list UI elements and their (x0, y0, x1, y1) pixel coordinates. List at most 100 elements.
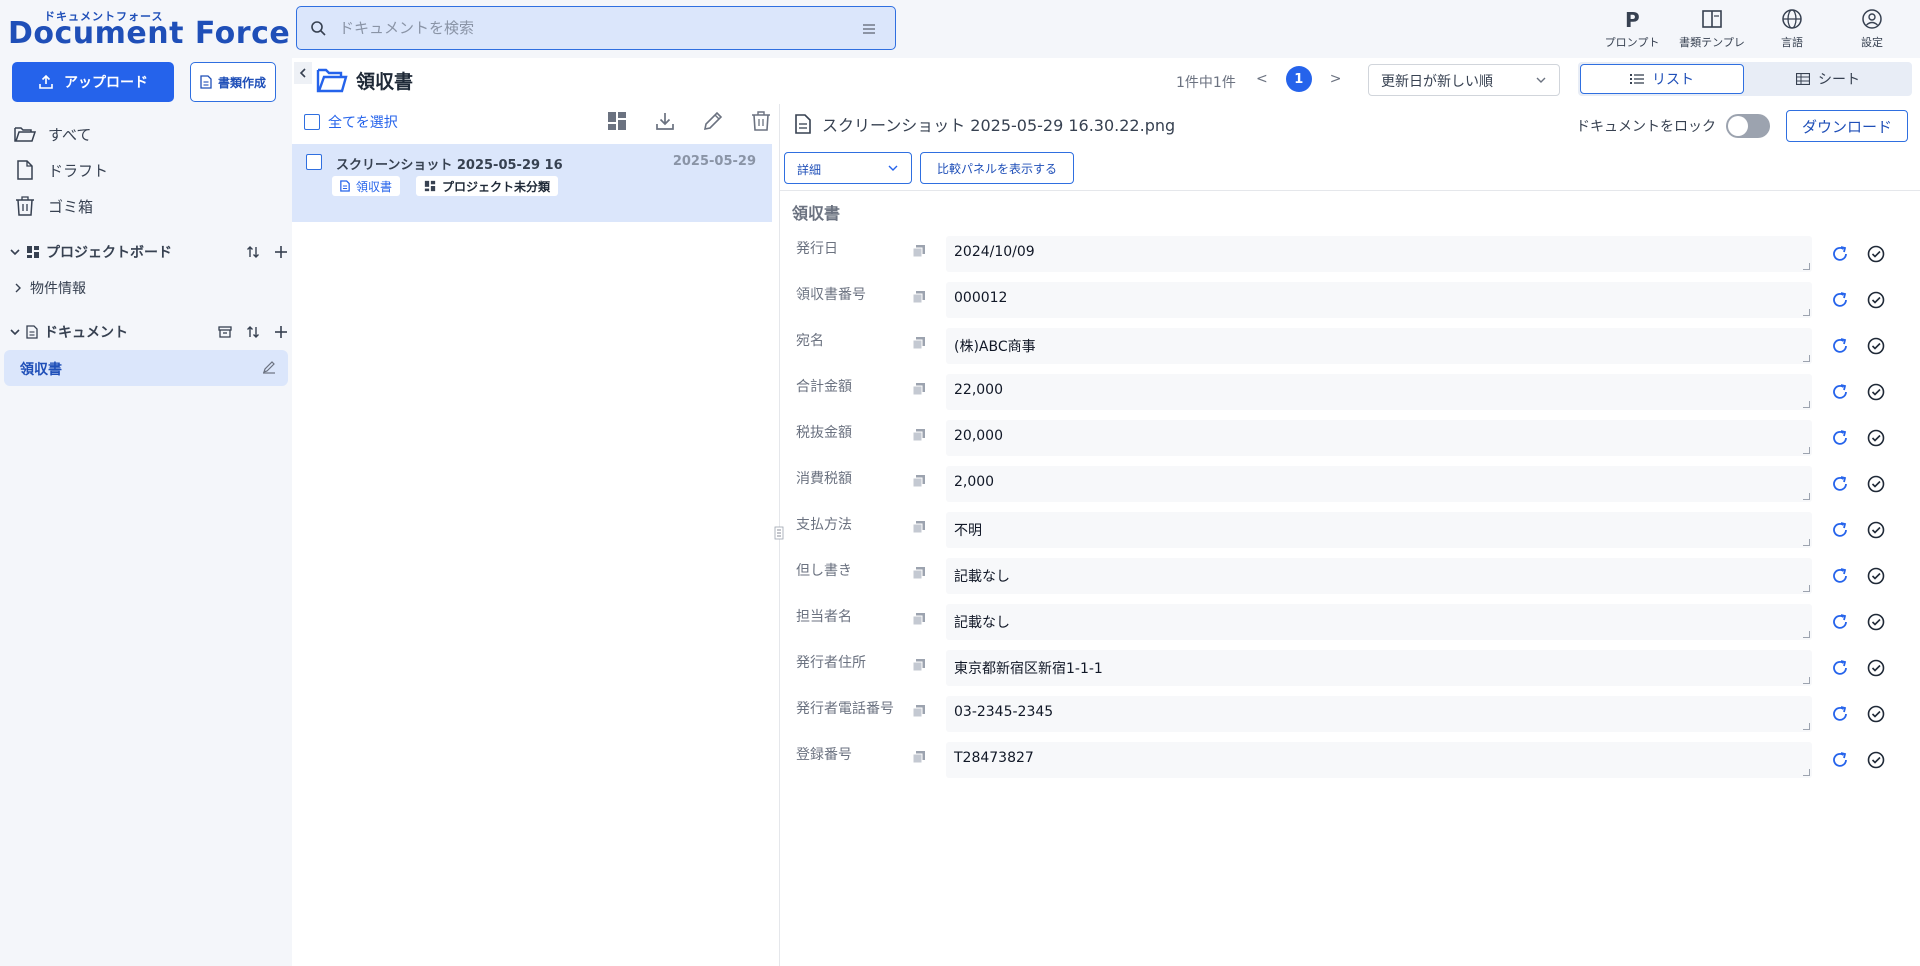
project-board-label: プロジェクトボード (46, 245, 172, 261)
select-all-checkbox[interactable] (304, 114, 320, 130)
field-value-input[interactable]: 2024/10/09 (946, 236, 1812, 272)
list-actions (606, 110, 772, 132)
check-circle-icon[interactable] (1866, 244, 1886, 268)
logo-wordmark: Document Force (8, 16, 291, 51)
filter-lines-icon[interactable] (861, 21, 877, 37)
check-circle-icon[interactable] (1866, 750, 1886, 774)
project-item-property[interactable]: 物件情報 (14, 278, 86, 298)
next-page-button[interactable]: > (1330, 71, 1342, 87)
refresh-icon[interactable] (1830, 704, 1850, 728)
copy-icon[interactable] (912, 658, 926, 676)
list-view-button[interactable]: リスト (1580, 64, 1744, 94)
refresh-icon[interactable] (1830, 750, 1850, 774)
chevron-down-icon[interactable] (8, 325, 22, 339)
copy-icon[interactable] (912, 520, 926, 538)
refresh-icon[interactable] (1830, 382, 1850, 406)
project-tag[interactable]: プロジェクト未分類 (416, 176, 559, 196)
trash-icon[interactable] (750, 110, 772, 132)
nav-language[interactable]: 言語 (1754, 6, 1830, 54)
refresh-icon[interactable] (1830, 336, 1850, 360)
document-type-tag[interactable]: 領収書 (332, 176, 401, 196)
sort-icon[interactable] (246, 245, 260, 259)
copy-icon[interactable] (912, 382, 926, 400)
sidebar-item-receipt[interactable]: 領収書 (4, 350, 288, 386)
sheet-view-button[interactable]: シート (1746, 64, 1910, 94)
refresh-icon[interactable] (1830, 520, 1850, 544)
field-value-input[interactable]: 22,000 (946, 374, 1812, 410)
chevron-down-icon[interactable] (8, 245, 22, 259)
field-value-input[interactable]: (株)ABC商事 (946, 328, 1812, 364)
check-circle-icon[interactable] (1866, 704, 1886, 728)
field-label: 但し書き (796, 563, 852, 579)
app-logo[interactable]: ドキュメントフォース Document Force (8, 8, 290, 51)
check-circle-icon[interactable] (1866, 428, 1886, 452)
add-icon[interactable] (274, 245, 288, 259)
page-1-button[interactable]: 1 (1285, 66, 1312, 92)
folder-open-icon (316, 68, 348, 93)
sort-icon[interactable] (246, 325, 260, 339)
copy-icon[interactable] (912, 428, 926, 446)
field-value-input[interactable]: 不明 (946, 512, 1812, 548)
refresh-icon[interactable] (1830, 566, 1850, 590)
check-circle-icon[interactable] (1866, 336, 1886, 360)
check-circle-icon[interactable] (1866, 566, 1886, 590)
select-all[interactable]: 全てを選択 (304, 112, 398, 132)
nav-prompt[interactable]: P プロンプト (1594, 6, 1670, 54)
check-circle-icon[interactable] (1866, 382, 1886, 406)
check-circle-icon[interactable] (1866, 612, 1886, 636)
field-value-input[interactable]: 03-2345-2345 (946, 696, 1812, 732)
sidebar-item-trash[interactable]: ゴミ箱 (14, 192, 93, 220)
field-value-input[interactable]: 東京都新宿区新宿1-1-1 (946, 650, 1812, 686)
copy-icon[interactable] (912, 474, 926, 492)
field-value-input[interactable]: T28473827 (946, 742, 1812, 778)
nav-settings[interactable]: 設定 (1834, 6, 1910, 54)
edit-icon[interactable] (262, 360, 276, 374)
row-checkbox[interactable] (306, 154, 322, 170)
archive-icon[interactable] (218, 325, 232, 339)
copy-icon[interactable] (912, 336, 926, 354)
field-value-input[interactable]: 記載なし (946, 604, 1812, 640)
prev-page-button[interactable]: < (1256, 71, 1268, 87)
refresh-icon[interactable] (1830, 474, 1850, 498)
copy-icon[interactable] (912, 750, 926, 768)
field-value-input[interactable]: 000012 (946, 282, 1812, 318)
copy-icon[interactable] (912, 704, 926, 722)
copy-icon[interactable] (912, 290, 926, 308)
search-box[interactable] (296, 6, 896, 50)
refresh-icon[interactable] (1830, 612, 1850, 636)
refresh-icon[interactable] (1830, 428, 1850, 452)
refresh-icon[interactable] (1830, 290, 1850, 314)
lock-toggle[interactable] (1726, 114, 1770, 138)
check-circle-icon[interactable] (1866, 474, 1886, 498)
field-value-input[interactable]: 20,000 (946, 420, 1812, 456)
edit-icon[interactable] (702, 110, 724, 132)
sort-select[interactable]: 更新日が新しい順 (1368, 64, 1560, 96)
copy-icon[interactable] (912, 612, 926, 630)
download-icon[interactable] (654, 110, 676, 132)
field-value-input[interactable]: 2,000 (946, 466, 1812, 502)
show-compare-panel-button[interactable]: 比較パネルを表示する (920, 152, 1074, 184)
search-input[interactable] (339, 15, 839, 41)
nav-template[interactable]: 書類テンプレ (1674, 6, 1750, 54)
grid-icon[interactable] (606, 110, 628, 132)
add-icon[interactable] (274, 325, 288, 339)
sidebar-item-all[interactable]: すべて (14, 120, 91, 148)
download-button[interactable]: ダウンロード (1786, 110, 1908, 142)
check-circle-icon[interactable] (1866, 290, 1886, 314)
upload-button[interactable]: アップロード (12, 62, 174, 102)
field-value-input[interactable]: 記載なし (946, 558, 1812, 594)
view-toggle: リスト シート (1578, 62, 1912, 96)
copy-icon[interactable] (912, 566, 926, 584)
documents-section[interactable]: ドキュメント (8, 320, 288, 344)
sidebar-item-draft[interactable]: ドラフト (14, 156, 108, 184)
project-board-section[interactable]: プロジェクトボード (8, 240, 288, 264)
check-circle-icon[interactable] (1866, 658, 1886, 682)
collapse-sidebar-icon[interactable] (294, 62, 312, 84)
detail-mode-select[interactable]: 詳細 (784, 152, 912, 184)
check-circle-icon[interactable] (1866, 520, 1886, 544)
refresh-icon[interactable] (1830, 244, 1850, 268)
copy-icon[interactable] (912, 244, 926, 262)
document-row[interactable]: スクリーンショット 2025-05-29 16.30.22.png 2025-0… (292, 144, 772, 222)
refresh-icon[interactable] (1830, 658, 1850, 682)
create-document-button[interactable]: 書類作成 (190, 62, 276, 102)
